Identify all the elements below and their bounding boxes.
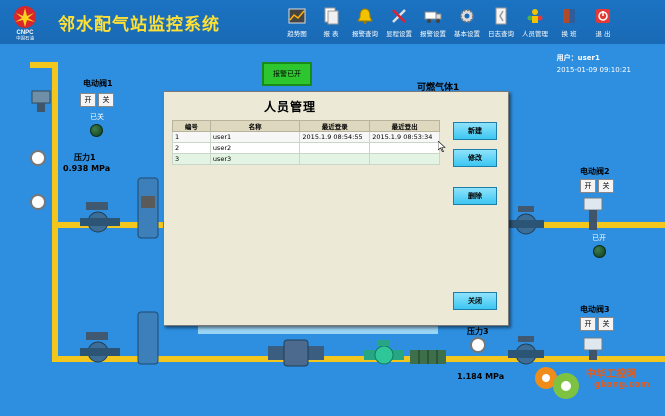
current-user: user1: [577, 54, 600, 62]
new-user-button[interactable]: 新建: [453, 122, 497, 140]
cnpc-logo: CNPC 中国石油: [14, 6, 36, 40]
column-header-id[interactable]: 编号: [172, 120, 211, 132]
column-header-name[interactable]: 名称: [209, 120, 301, 132]
pipe-top-left: [30, 62, 58, 68]
valve-1-open-button[interactable]: 开: [80, 93, 96, 107]
toolbar-report-button[interactable]: 报 表: [314, 3, 348, 43]
toolbar-user-management-button[interactable]: 人员管理: [518, 3, 552, 43]
valve-3-label: 电动阀3: [580, 305, 610, 314]
valve-3-close-button[interactable]: 关: [598, 317, 614, 331]
valve-1-close-button[interactable]: 关: [98, 93, 114, 107]
ball-valve-right-icon: [508, 206, 544, 235]
filter-vessel-left-icon: [137, 177, 159, 239]
svg-text:CNPC: CNPC: [16, 30, 34, 36]
watermark-text: 中华工控网: [586, 369, 636, 380]
filter-vessel-bottom-icon: [137, 311, 159, 365]
valve-1-label: 电动阀1: [83, 79, 113, 88]
toolbar-alarm-query-button[interactable]: 报警查询: [348, 3, 382, 43]
alarm-bell-icon: [357, 8, 373, 24]
column-header-last-login[interactable]: 最近登录: [299, 120, 371, 132]
toolbar-basic-settings-button[interactable]: 基本设置: [450, 3, 484, 43]
toolbar-range-settings-button[interactable]: 显程设置: [382, 3, 416, 43]
pipe-light-strip: [198, 326, 438, 334]
table-row[interactable]: 1 user1 2015.1.9 08:54:55 2015.1.9 08:53…: [172, 131, 440, 143]
toolbar-exit-button[interactable]: 退 出: [586, 3, 620, 43]
edit-user-button[interactable]: 修改: [453, 149, 497, 167]
dialog-title: 人员管理: [264, 100, 317, 114]
gear-icon: [460, 9, 474, 23]
pressure-1-value: 0.938 MPa: [63, 164, 111, 173]
users-icon: [527, 9, 543, 23]
app-title: 邻水配气站监控系统: [58, 15, 220, 35]
green-valve-icon: [364, 340, 404, 365]
electric-valve-1-icon: [31, 90, 51, 112]
door-icon: [563, 9, 575, 23]
pressure-gauge-2-icon: [30, 194, 46, 210]
report-icon: [324, 7, 339, 25]
truck-icon: [424, 11, 442, 23]
exit-icon: [596, 9, 610, 23]
pressure-3-value: 1.184 MPa: [457, 372, 505, 381]
pipe-coupling-icon: [410, 350, 446, 364]
trend-chart-icon: [288, 8, 306, 24]
close-dialog-button[interactable]: 关闭: [453, 292, 497, 310]
toolbar-log-query-button[interactable]: 日志查询: [484, 3, 518, 43]
ball-valve-left-icon: [80, 202, 120, 233]
valve-2-status-lamp: [593, 245, 606, 258]
valve-2-close-button[interactable]: 关: [598, 179, 614, 193]
valve-2-label: 电动阀2: [580, 167, 610, 176]
valve-1-status-lamp: [90, 124, 103, 137]
pressure-3-label: 压力3: [467, 327, 489, 336]
ball-valve-bottom-left-icon: [80, 332, 120, 363]
user-table: 编号 名称 最近登录 最近登出 1 user1 2015.1.9 08:54:5…: [172, 120, 440, 165]
mouse-cursor-icon: [438, 141, 446, 152]
gkong-gear-logo: [535, 367, 579, 399]
pressure-gauge-3-icon: [470, 337, 486, 353]
user-info: 用户：user1 2015-01-09 09:10:21: [556, 54, 631, 74]
toolbar-shift-change-button[interactable]: 换 班: [552, 3, 586, 43]
column-header-last-logout[interactable]: 最近登出: [369, 120, 440, 132]
toolbar-alarm-settings-button[interactable]: 报警设置: [416, 3, 450, 43]
user-management-dialog: 人员管理 编号 名称 最近登录 最近登出 1 user1 2015.1.9 08…: [163, 91, 509, 326]
header-bar: CNPC 中国石油 邻水配气站监控系统 趋势图 报 表 报警查询 显程设置 报警…: [0, 0, 665, 44]
valve-2-open-button[interactable]: 开: [580, 179, 596, 193]
tools-icon: [392, 9, 406, 23]
watermark-url: gkong.com: [594, 380, 650, 390]
scada-window: CNPC 中国石油 邻水配气站监控系统 趋势图 报 表 报警查询 显程设置 报警…: [0, 0, 665, 416]
current-datetime: 2015-01-09 09:10:21: [556, 66, 631, 74]
valve-2-state: 已开: [592, 234, 606, 242]
valve-3-open-button[interactable]: 开: [580, 317, 596, 331]
delete-user-button[interactable]: 删除: [453, 187, 497, 205]
pressure-1-label: 压力1: [74, 153, 96, 162]
valve-1-state: 已关: [90, 113, 104, 121]
electric-valve-2-icon: [583, 197, 603, 230]
toolbar-trend-button[interactable]: 趋势图: [280, 3, 314, 43]
flowmeter-icon: [268, 339, 324, 367]
table-row[interactable]: 2 user2: [172, 142, 440, 154]
toolbar: 趋势图 报 表 报警查询 显程设置 报警设置 基本设置 日志查询 人员管理 换 …: [280, 3, 620, 43]
alarm-toggle-button[interactable]: 报警已开: [262, 62, 312, 86]
pressure-gauge-1-icon: [30, 150, 46, 166]
log-icon: [495, 7, 507, 25]
table-row[interactable]: 3 user3: [172, 153, 440, 165]
